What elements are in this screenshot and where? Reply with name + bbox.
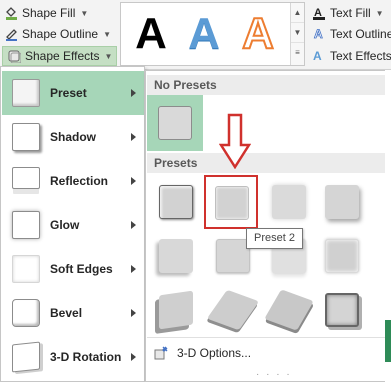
gallery-more-icon[interactable]: ≡ bbox=[291, 43, 304, 63]
chevron-down-icon[interactable]: ▼ bbox=[376, 9, 384, 18]
menu-item-label: Reflection bbox=[50, 174, 109, 188]
menu-item-label: Bevel bbox=[50, 306, 83, 320]
svg-text:A: A bbox=[313, 49, 322, 63]
chevron-right-icon bbox=[131, 177, 136, 185]
menu-item-label: Glow bbox=[50, 218, 80, 232]
preset-12[interactable] bbox=[317, 285, 367, 335]
preset-1[interactable] bbox=[151, 177, 201, 227]
preset-4[interactable] bbox=[317, 177, 367, 227]
shadow-thumbnail-icon bbox=[12, 123, 40, 151]
preset-6-shape bbox=[216, 239, 250, 273]
text-fill-button[interactable]: A Text Fill ▼ bbox=[312, 3, 384, 23]
chevron-right-icon bbox=[131, 133, 136, 141]
no-preset-option[interactable] bbox=[147, 95, 203, 151]
text-outline-icon: A bbox=[312, 27, 326, 42]
menu-item-glow[interactable]: Glow bbox=[2, 203, 144, 247]
reflection-thumbnail-icon bbox=[12, 167, 40, 189]
preset-thumbnail-icon bbox=[12, 79, 40, 107]
resize-grip-icon[interactable]: · · · · bbox=[256, 369, 292, 380]
preset-5[interactable] bbox=[151, 231, 201, 281]
text-effects-label: Text Effects bbox=[330, 49, 391, 63]
text-fill-icon: A bbox=[312, 6, 326, 20]
shape-effects-menu: Preset Shadow Reflection Glow Soft Edges… bbox=[0, 66, 145, 382]
menu-item-label: Preset bbox=[50, 86, 87, 100]
3d-options-menu-item[interactable]: 3-D Options... bbox=[147, 337, 391, 367]
preset-tooltip: Preset 2 bbox=[246, 228, 303, 249]
wordart-style-blue[interactable]: A bbox=[179, 5, 229, 63]
chevron-down-icon[interactable]: ▼ bbox=[103, 30, 111, 39]
gallery-scrollbar[interactable]: ▲ ▼ ≡ bbox=[290, 3, 304, 65]
preset-3-shape bbox=[272, 185, 306, 219]
wordart-style-black[interactable]: A bbox=[126, 5, 176, 63]
menu-item-shadow[interactable]: Shadow bbox=[2, 115, 144, 159]
preset-11[interactable] bbox=[264, 285, 314, 335]
preset-submenu: No Presets Presets 3-D Options... · · · … bbox=[145, 70, 391, 382]
text-outline-label: Text Outline bbox=[330, 27, 391, 41]
menu-item-label: Shadow bbox=[50, 130, 97, 144]
document-content-sliver bbox=[385, 320, 391, 362]
preset-10-shape bbox=[206, 289, 260, 331]
3d-options-icon bbox=[153, 345, 169, 361]
preset-8[interactable] bbox=[317, 231, 367, 281]
menu-item-bevel[interactable]: Bevel bbox=[2, 291, 144, 335]
shape-effects-button[interactable]: Shape Effects ▼ bbox=[2, 46, 118, 66]
document-edge bbox=[385, 70, 391, 382]
glow-thumbnail-icon bbox=[12, 211, 40, 239]
shape-effects-icon bbox=[7, 49, 22, 64]
chevron-down-icon[interactable]: ▼ bbox=[80, 9, 88, 18]
paint-bucket-icon bbox=[4, 6, 18, 20]
3d-rotation-thumbnail-icon bbox=[12, 341, 40, 373]
shape-fill-button[interactable]: Shape Fill ▼ bbox=[4, 3, 88, 23]
preset-2[interactable] bbox=[204, 175, 258, 229]
menu-item-reflection[interactable]: Reflection bbox=[2, 159, 144, 203]
preset-10[interactable] bbox=[206, 285, 260, 335]
menu-item-preset[interactable]: Preset bbox=[2, 71, 144, 115]
preset-5-shape bbox=[159, 239, 193, 273]
menu-item-soft-edges[interactable]: Soft Edges bbox=[2, 247, 144, 291]
menu-item-3d-rotation[interactable]: 3-D Rotation bbox=[2, 335, 144, 379]
chevron-right-icon bbox=[131, 221, 136, 229]
svg-text:A: A bbox=[314, 27, 323, 41]
format-ribbon: Shape Fill ▼ Shape Outline ▼ Shape Effec… bbox=[0, 0, 391, 70]
scroll-up-icon[interactable]: ▲ bbox=[291, 3, 304, 23]
menu-item-label: Soft Edges bbox=[50, 262, 113, 276]
preset-11-shape bbox=[264, 289, 314, 331]
shape-outline-label: Shape Outline bbox=[22, 27, 99, 41]
pencil-icon bbox=[4, 27, 18, 41]
preset-1-shape bbox=[159, 185, 193, 219]
no-preset-shape bbox=[158, 106, 192, 140]
bevel-thumbnail-icon bbox=[12, 299, 40, 327]
text-effects-icon: A bbox=[312, 49, 326, 63]
chevron-right-icon bbox=[131, 309, 136, 317]
text-effects-button[interactable]: A Text Effects bbox=[312, 46, 391, 66]
preset-9-shape bbox=[159, 290, 193, 330]
preset-12-shape bbox=[325, 293, 359, 327]
text-outline-button[interactable]: A Text Outline bbox=[312, 24, 391, 44]
text-fill-label: Text Fill bbox=[330, 6, 371, 20]
3d-options-label: 3-D Options... bbox=[177, 345, 252, 360]
soft-edges-thumbnail-icon bbox=[12, 255, 40, 283]
preset-8-shape bbox=[325, 239, 359, 273]
wordart-style-orange-outline[interactable]: A bbox=[233, 5, 283, 63]
preset-3[interactable] bbox=[264, 177, 314, 227]
preset-9[interactable] bbox=[151, 285, 201, 335]
chevron-right-icon bbox=[131, 265, 136, 273]
menu-item-label: 3-D Rotation bbox=[50, 350, 122, 364]
preset-4-shape bbox=[325, 185, 359, 219]
preset-2-shape bbox=[215, 186, 249, 220]
chevron-right-icon bbox=[131, 353, 136, 361]
chevron-down-icon[interactable]: ▼ bbox=[105, 52, 113, 61]
wordart-styles-gallery[interactable]: A A A ▲ ▼ ≡ bbox=[120, 2, 305, 66]
shape-fill-label: Shape Fill bbox=[22, 6, 76, 20]
no-presets-header: No Presets bbox=[147, 75, 391, 95]
shape-effects-label: Shape Effects bbox=[25, 49, 100, 63]
presets-header: Presets bbox=[147, 153, 391, 173]
chevron-right-icon bbox=[131, 89, 136, 97]
arrow-down-icon bbox=[219, 113, 251, 169]
shape-outline-button[interactable]: Shape Outline ▼ bbox=[4, 24, 111, 44]
scroll-down-icon[interactable]: ▼ bbox=[291, 23, 304, 43]
